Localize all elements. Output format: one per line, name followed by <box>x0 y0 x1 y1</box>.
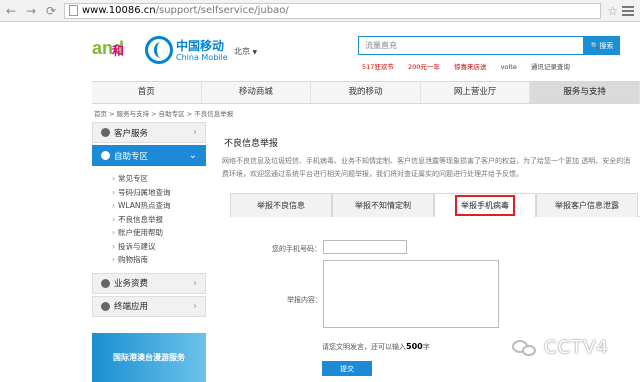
nav-mall[interactable]: 移动商城 <box>202 82 312 103</box>
sidebar-item[interactable]: WLAN热点查询 <box>112 199 206 213</box>
url-field[interactable]: www.10086.cn/support/selfservice/jubao/ <box>64 2 602 19</box>
self-service-list: 常见专区 号码归属地查询 WLAN热点查询 不良信息举报 账户使用帮助 投诉与建… <box>92 168 206 273</box>
hot-link[interactable]: 惊喜来店送 <box>454 63 487 71</box>
back-icon[interactable]: ← <box>2 2 20 20</box>
phone-label: 您的手机号码： <box>272 245 321 253</box>
brand-name-cn: 中国移动 <box>176 39 225 53</box>
person-icon <box>101 151 110 160</box>
nav-online-hall[interactable]: 网上营业厅 <box>421 82 531 103</box>
chevron-right-icon: › <box>193 277 197 289</box>
report-tabs: 举报不良信息 举报不知情定制 举报手机病毒 举报客户信息泄露 <box>230 193 640 217</box>
sidebar-customer-service[interactable]: 客户服务 › <box>92 122 206 143</box>
wechat-icon <box>512 338 540 358</box>
phone-icon <box>101 301 110 311</box>
tab-label: 举报不知情定制 <box>355 201 411 210</box>
china-mobile-logo-icon[interactable] <box>145 36 173 64</box>
browser-menu-icon[interactable] <box>622 4 634 18</box>
bookmark-star-icon[interactable]: ☆ <box>607 4 618 18</box>
and-he-logo[interactable]: and 和 <box>92 36 134 66</box>
char-count-hint: 请您文明发言，还可以输入500字 <box>322 342 430 352</box>
hot-link[interactable]: volte <box>501 63 517 71</box>
sidebar-label: 自助专区 <box>114 151 149 162</box>
forward-icon[interactable]: → <box>22 2 40 20</box>
report-content-textarea[interactable] <box>323 260 499 328</box>
hot-links: 517狂欢节 200元一年 惊喜来店送 volte 通讯记录查询 <box>362 61 582 71</box>
brand-name-en: China Mobile <box>176 53 228 62</box>
search-placeholder: 流量直充 <box>365 41 397 50</box>
nav-my-mobile[interactable]: 我的移动 <box>311 82 421 103</box>
hint-suffix: 字 <box>422 343 430 351</box>
chevron-down-icon: ▼ <box>252 49 258 56</box>
sidebar-label: 终端应用 <box>114 302 149 312</box>
cctv4-watermark: CCTV4 <box>512 337 609 358</box>
url-host: www.10086.cn <box>82 5 156 16</box>
chevron-down-icon: ⌄ <box>188 150 197 161</box>
nav-service-support[interactable]: 服务与支持 <box>530 82 640 103</box>
page-title: 不良信息举报 <box>224 139 279 149</box>
sidebar-fees[interactable]: 业务资费 › <box>92 272 206 294</box>
roaming-banner[interactable]: 国际港澳台漫游服务 <box>92 333 206 382</box>
main-nav: 首页 移动商城 我的移动 网上营业厅 服务与支持 <box>92 81 640 104</box>
sidebar-item[interactable]: 常见专区 <box>112 172 206 186</box>
yuan-icon <box>101 278 110 288</box>
page-icon <box>69 5 78 16</box>
tab-unknown-subscription[interactable]: 举报不知情定制 <box>332 193 434 217</box>
logo-he-text: 和 <box>112 44 125 58</box>
city-label: 北京 <box>234 47 250 56</box>
sidebar-item[interactable]: 购物指南 <box>112 253 206 267</box>
chevron-right-icon: › <box>193 300 197 312</box>
url-path: /support/selfservice/jubao/ <box>155 5 289 16</box>
nav-home[interactable]: 首页 <box>92 82 202 103</box>
tab-label: 举报不良信息 <box>257 201 305 210</box>
hot-link[interactable]: 200元一年 <box>408 63 440 71</box>
hint-count: 500 <box>406 342 423 351</box>
sidebar-label: 业务资费 <box>114 279 149 289</box>
chevron-right-icon: › <box>193 127 197 138</box>
tab-label: 举报手机病毒 <box>455 195 515 216</box>
tab-bad-info[interactable]: 举报不良信息 <box>230 193 332 217</box>
person-icon <box>101 128 110 137</box>
hot-link[interactable]: 通讯记录查询 <box>531 63 570 71</box>
sidebar: 客户服务 › 自助专区 ⌄ 常见专区 号码归属地查询 WLAN热点查询 不良信息… <box>92 122 206 382</box>
hint-prefix: 请您文明发言，还可以输入 <box>322 343 406 351</box>
search-button-label: 搜索 <box>599 41 614 50</box>
breadcrumb: 首页 > 服务与支持 > 自助专区 > 不良信息举报 <box>94 110 234 118</box>
phone-number-input[interactable] <box>323 240 407 254</box>
hot-link[interactable]: 517狂欢节 <box>362 63 394 71</box>
sidebar-item[interactable]: 账户使用帮助 <box>112 226 206 240</box>
tab-info-leak[interactable]: 举报客户信息泄露 <box>536 193 638 217</box>
sidebar-terminal[interactable]: 终端应用 › <box>92 295 206 317</box>
sidebar-item[interactable]: 不良信息举报 <box>112 213 206 227</box>
sidebar-item[interactable]: 号码归属地查询 <box>112 186 206 200</box>
tab-phone-virus[interactable]: 举报手机病毒 <box>434 193 536 217</box>
page-description: 网络不良信息及垃圾短信、手机病毒、业务不知情定制、客户信息泄露等现象损害了客户的… <box>222 157 631 178</box>
search-input[interactable]: 流量直充 <box>358 36 584 55</box>
sidebar-self-service[interactable]: 自助专区 ⌄ <box>92 145 206 166</box>
browser-address-bar: ← → ⟳ www.10086.cn/support/selfservice/j… <box>0 0 640 22</box>
sidebar-label: 客户服务 <box>114 128 149 139</box>
reload-icon[interactable]: ⟳ <box>42 2 60 20</box>
tab-label: 举报客户信息泄露 <box>555 201 619 210</box>
content-label: 举报内容： <box>287 296 322 304</box>
submit-button[interactable]: 提交 <box>322 361 372 376</box>
watermark-text: CCTV4 <box>544 337 609 358</box>
city-selector[interactable]: 北京 ▼ <box>234 46 257 57</box>
search-button[interactable]: 🔍 搜索 <box>584 36 620 55</box>
sidebar-item[interactable]: 投诉与建议 <box>112 240 206 254</box>
